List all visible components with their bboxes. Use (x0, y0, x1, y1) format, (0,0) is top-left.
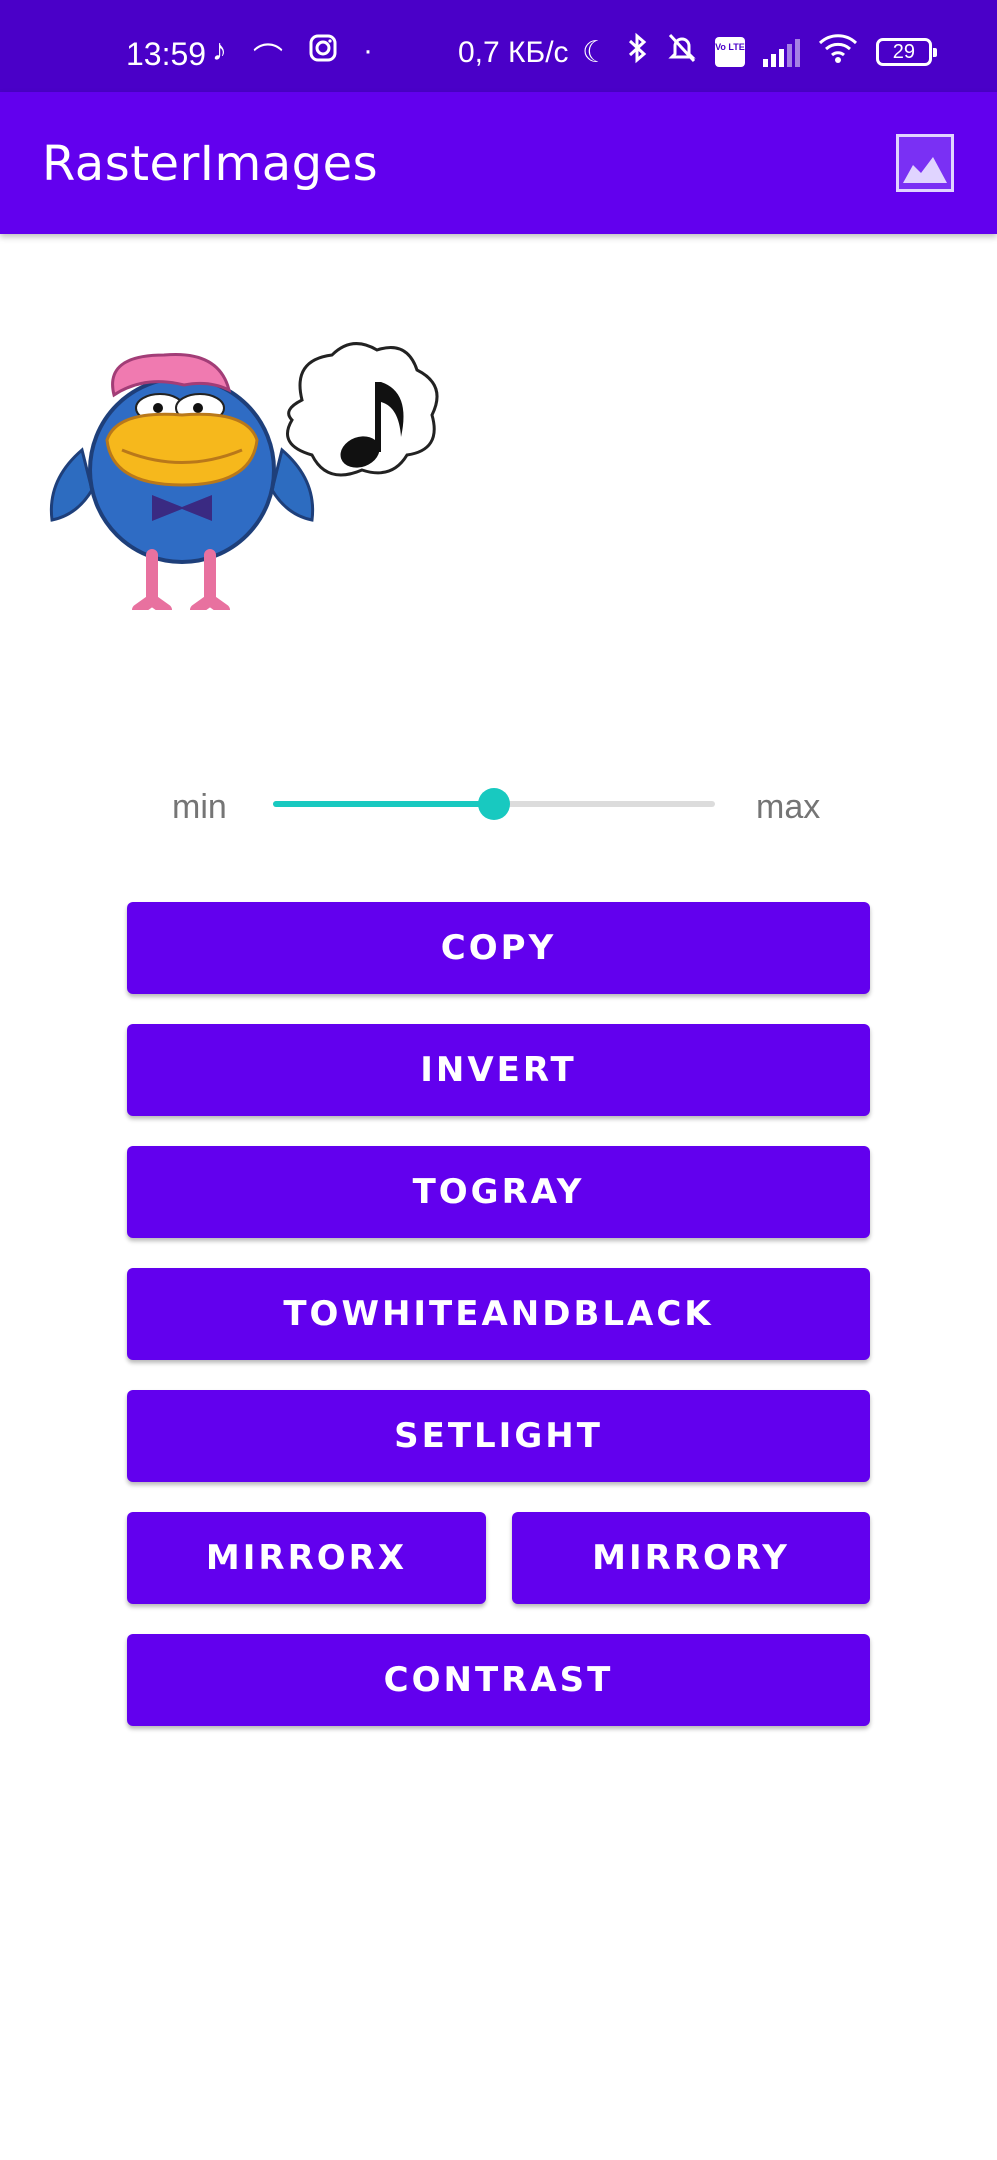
togray-button[interactable]: TOGRAY (127, 1146, 870, 1238)
adjust-slider-row: min max (0, 770, 997, 840)
invert-button[interactable]: INVERT (127, 1024, 870, 1116)
status-notification-icons: ♪ ⌒ · (212, 34, 373, 78)
mirrorx-button[interactable]: MIRRORX (127, 1512, 486, 1604)
slider-min-label: min (172, 788, 227, 826)
wifi-icon (818, 33, 858, 71)
bird-with-music-note-image (49, 342, 439, 616)
moon-icon: ☾ (582, 35, 609, 69)
contrast-button[interactable]: CONTRAST (127, 1634, 870, 1726)
signal-icon (762, 37, 800, 67)
towhiteandblack-button[interactable]: TOWHITEANDBLACK (127, 1268, 870, 1360)
dot-icon: · (363, 34, 373, 67)
adjust-slider[interactable] (273, 788, 715, 820)
raster-image (42, 340, 482, 616)
app-bar: RasterImages (0, 92, 997, 234)
volte-icon: Vo LTE (714, 37, 745, 67)
slider-thumb[interactable] (478, 788, 510, 820)
tiktok-icon: ♪ (212, 34, 227, 67)
battery-icon: 29 (875, 38, 937, 66)
status-system-icons: ☾ Vo LTE 29 (582, 32, 937, 72)
network-speed: 0,7 КБ/с (458, 36, 569, 69)
slider-fill (273, 801, 494, 807)
setlight-button[interactable]: SETLIGHT (127, 1390, 870, 1482)
slider-max-label: max (756, 788, 821, 826)
arc-icon: ⌒ (253, 43, 283, 76)
image-icon[interactable] (896, 134, 954, 192)
status-time: 13:59 (126, 36, 207, 72)
status-bar: 13:59 ♪ ⌒ · 0,7 КБ/с ☾ Vo LTE 29 (0, 0, 997, 92)
bell-off-icon (667, 32, 697, 72)
instagram-icon (309, 34, 337, 78)
app-title: RasterImages (42, 136, 379, 192)
bluetooth-icon (627, 32, 649, 72)
copy-button[interactable]: COPY (127, 902, 870, 994)
bird-character (49, 352, 315, 616)
mirrory-button[interactable]: MIRRORY (512, 1512, 870, 1604)
